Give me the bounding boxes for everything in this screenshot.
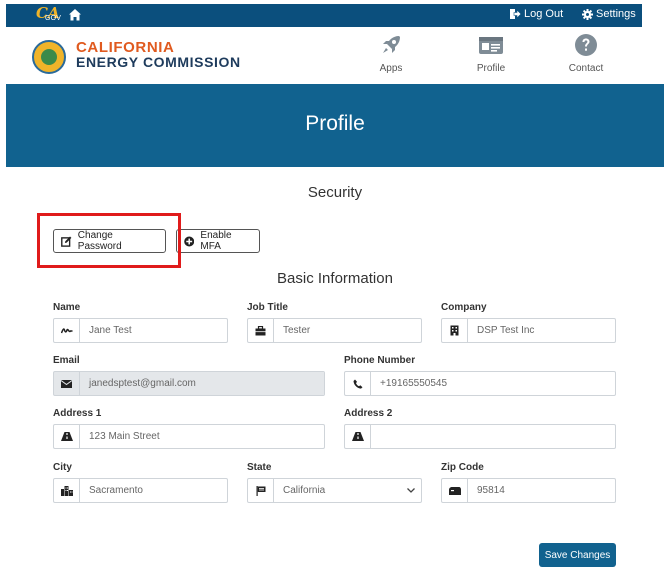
- company-value: DSP Test Inc: [477, 325, 535, 336]
- address1-field[interactable]: 123 Main Street: [53, 424, 325, 449]
- briefcase-icon: [248, 319, 274, 342]
- name-field[interactable]: Jane Test: [53, 318, 228, 343]
- road-icon: [54, 425, 80, 448]
- zip-code-value: 95814: [477, 485, 505, 496]
- phone-icon: [345, 372, 371, 395]
- gear-icon: [582, 8, 593, 20]
- email-label: Email: [53, 355, 80, 366]
- plus-circle-icon: [184, 235, 195, 247]
- name-value: Jane Test: [89, 325, 132, 336]
- settings-label: Settings: [596, 8, 636, 20]
- nav-profile-label: Profile: [476, 63, 506, 74]
- phone-number-label: Phone Number: [344, 355, 416, 366]
- brand-line-1: CALIFORNIA: [76, 39, 175, 56]
- enable-mfa-button[interactable]: Enable MFA: [176, 229, 260, 253]
- job-title-field[interactable]: Tester: [247, 318, 422, 343]
- nav-contact[interactable]: Contact: [556, 33, 616, 74]
- address2-label: Address 2: [344, 408, 393, 419]
- zip-code-field[interactable]: 95814: [441, 478, 616, 503]
- highlight-box: [37, 213, 181, 268]
- state-value: California: [283, 485, 326, 496]
- chevron-down-icon: [401, 479, 421, 502]
- email-field: janedsptest@gmail.com: [53, 371, 325, 396]
- phone-number-field[interactable]: +19165550545: [344, 371, 616, 396]
- page-title: Profile: [305, 112, 365, 135]
- nav-profile[interactable]: Profile: [461, 33, 521, 74]
- page-banner: Profile: [6, 84, 664, 167]
- email-value: janedsptest@gmail.com: [80, 372, 324, 395]
- id-card-icon: [479, 37, 503, 54]
- ca-gov-logo[interactable]: CA GOV: [36, 4, 64, 25]
- sign-out-icon: [510, 9, 521, 19]
- flag-icon: [248, 479, 274, 502]
- rocket-icon: [383, 36, 400, 53]
- state-label: State: [247, 462, 272, 473]
- city-icon: [54, 479, 80, 502]
- company-label: Company: [441, 302, 487, 313]
- top-bar: CA GOV Log Out Settings: [6, 4, 642, 27]
- enable-mfa-label: Enable MFA: [200, 230, 232, 252]
- name-label: Name: [53, 302, 81, 313]
- security-heading: Security: [307, 184, 363, 201]
- envelope-icon: [54, 372, 80, 395]
- question-circle-icon: [575, 34, 597, 56]
- road-icon: [345, 425, 371, 448]
- save-changes-button[interactable]: Save Changes: [539, 543, 616, 567]
- nav-apps-label: Apps: [379, 63, 403, 74]
- zip-code-label: Zip Code: [441, 462, 484, 473]
- nav-contact-label: Contact: [568, 63, 604, 74]
- address2-field[interactable]: [344, 424, 616, 449]
- address2-value: [371, 425, 615, 448]
- brand-line-2: ENERGY COMMISSION: [76, 54, 241, 70]
- nav-apps[interactable]: Apps: [361, 33, 421, 74]
- brand-name[interactable]: CALIFORNIA ENERGY COMMISSION: [76, 39, 241, 70]
- city-field[interactable]: Sacramento: [53, 478, 228, 503]
- job-title-value: Tester: [283, 325, 311, 336]
- company-field[interactable]: DSP Test Inc: [441, 318, 616, 343]
- city-value: Sacramento: [89, 485, 143, 496]
- site-header: CALIFORNIA ENERGY COMMISSION Apps Profil…: [6, 27, 642, 84]
- city-label: City: [53, 462, 72, 473]
- logout-label: Log Out: [524, 8, 564, 20]
- basic-information-heading: Basic Information: [277, 270, 393, 287]
- logout-link[interactable]: Log Out: [510, 8, 563, 20]
- mailbox-icon: [442, 479, 468, 502]
- state-select[interactable]: California: [247, 478, 422, 503]
- signature-icon: [54, 319, 80, 342]
- ca-gov-logo-gov: GOV: [45, 15, 62, 22]
- building-icon: [442, 319, 468, 342]
- cec-seal-logo[interactable]: [32, 40, 66, 74]
- job-title-label: Job Title: [247, 302, 288, 313]
- address1-label: Address 1: [53, 408, 102, 419]
- home-icon[interactable]: [68, 8, 82, 22]
- phone-number-value: +19165550545: [380, 378, 448, 389]
- settings-link[interactable]: Settings: [582, 8, 636, 20]
- address1-value: 123 Main Street: [89, 431, 160, 442]
